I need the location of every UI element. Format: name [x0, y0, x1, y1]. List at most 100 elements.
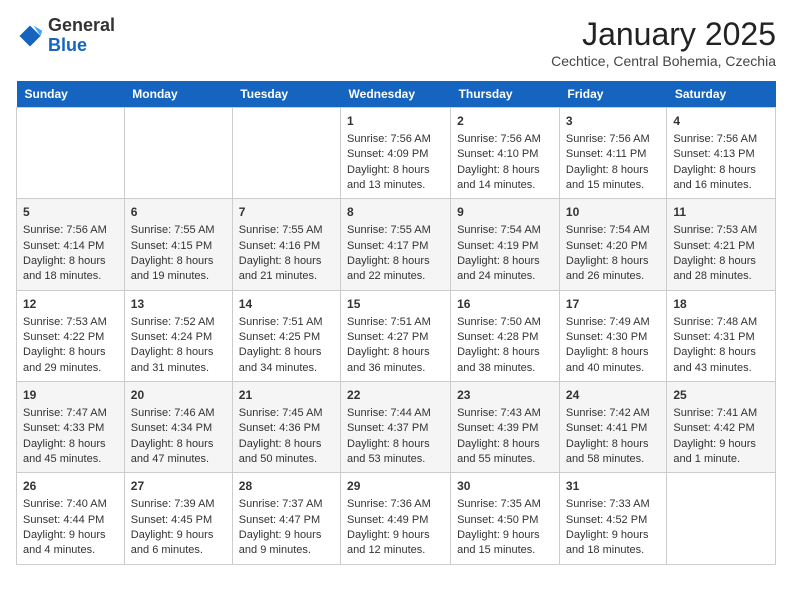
day-info: and 16 minutes. [673, 178, 769, 193]
day-info: Daylight: 8 hours [673, 254, 769, 269]
day-number: 10 [566, 204, 660, 221]
day-info: Daylight: 8 hours [566, 345, 660, 360]
day-info: and 47 minutes. [131, 452, 226, 467]
calendar-cell: 2Sunrise: 7:56 AMSunset: 4:10 PMDaylight… [451, 108, 560, 199]
day-info: Sunrise: 7:55 AM [347, 223, 444, 238]
day-info: and 19 minutes. [131, 269, 226, 284]
day-info: Sunset: 4:52 PM [566, 513, 660, 528]
day-number: 21 [239, 387, 334, 404]
day-number: 15 [347, 296, 444, 313]
day-header-saturday: Saturday [667, 81, 776, 108]
day-info: Daylight: 9 hours [457, 528, 553, 543]
day-info: Sunrise: 7:55 AM [239, 223, 334, 238]
day-number: 9 [457, 204, 553, 221]
calendar-cell: 20Sunrise: 7:46 AMSunset: 4:34 PMDayligh… [124, 382, 232, 473]
day-info: Sunrise: 7:56 AM [673, 132, 769, 147]
calendar-cell [667, 473, 776, 564]
calendar-cell: 4Sunrise: 7:56 AMSunset: 4:13 PMDaylight… [667, 108, 776, 199]
day-info: Sunset: 4:13 PM [673, 147, 769, 162]
day-number: 24 [566, 387, 660, 404]
day-info: Sunset: 4:34 PM [131, 421, 226, 436]
day-info: Sunset: 4:44 PM [23, 513, 118, 528]
day-info: Sunrise: 7:41 AM [673, 406, 769, 421]
day-number: 2 [457, 113, 553, 130]
calendar-cell: 17Sunrise: 7:49 AMSunset: 4:30 PMDayligh… [559, 290, 666, 381]
day-info: and 1 minute. [673, 452, 769, 467]
day-info: Daylight: 8 hours [23, 437, 118, 452]
calendar-week-0: 1Sunrise: 7:56 AMSunset: 4:09 PMDaylight… [17, 108, 776, 199]
day-info: Sunset: 4:20 PM [566, 239, 660, 254]
page-header: General Blue January 2025 Cechtice, Cent… [16, 16, 776, 69]
day-info: Sunrise: 7:46 AM [131, 406, 226, 421]
day-info: Sunset: 4:47 PM [239, 513, 334, 528]
day-info: Sunset: 4:09 PM [347, 147, 444, 162]
day-info: Sunset: 4:36 PM [239, 421, 334, 436]
day-info: Sunset: 4:49 PM [347, 513, 444, 528]
day-info: Sunset: 4:37 PM [347, 421, 444, 436]
day-number: 27 [131, 478, 226, 495]
day-info: Sunset: 4:45 PM [131, 513, 226, 528]
day-info: Sunrise: 7:56 AM [347, 132, 444, 147]
day-info: Daylight: 8 hours [131, 345, 226, 360]
day-number: 25 [673, 387, 769, 404]
day-info: Sunrise: 7:40 AM [23, 497, 118, 512]
calendar-cell: 27Sunrise: 7:39 AMSunset: 4:45 PMDayligh… [124, 473, 232, 564]
day-number: 17 [566, 296, 660, 313]
day-info: Daylight: 8 hours [239, 254, 334, 269]
day-info: Daylight: 8 hours [673, 163, 769, 178]
day-info: Daylight: 8 hours [239, 437, 334, 452]
calendar-title: January 2025 [551, 16, 776, 53]
day-info: Sunrise: 7:44 AM [347, 406, 444, 421]
day-info: and 26 minutes. [566, 269, 660, 284]
calendar-cell: 15Sunrise: 7:51 AMSunset: 4:27 PMDayligh… [341, 290, 451, 381]
day-info: and 22 minutes. [347, 269, 444, 284]
logo-general-text: General [48, 16, 115, 36]
day-info: and 9 minutes. [239, 543, 334, 558]
calendar-cell: 1Sunrise: 7:56 AMSunset: 4:09 PMDaylight… [341, 108, 451, 199]
calendar-cell: 10 Sunrise: 7:54 AMSunset: 4:20 PMDayligh… [559, 199, 666, 290]
day-info: Sunset: 4:14 PM [23, 239, 118, 254]
day-header-tuesday: Tuesday [232, 81, 340, 108]
day-info: Daylight: 8 hours [566, 254, 660, 269]
day-info: Daylight: 8 hours [347, 345, 444, 360]
day-info: Sunset: 4:42 PM [673, 421, 769, 436]
calendar-cell: 8Sunrise: 7:55 AMSunset: 4:17 PMDaylight… [341, 199, 451, 290]
day-number: 13 [131, 296, 226, 313]
day-header-sunday: Sunday [17, 81, 125, 108]
day-info: Daylight: 8 hours [347, 254, 444, 269]
calendar-cell: 13Sunrise: 7:52 AMSunset: 4:24 PMDayligh… [124, 290, 232, 381]
calendar-cell: 11Sunrise: 7:53 AMSunset: 4:21 PMDayligh… [667, 199, 776, 290]
day-info: Daylight: 8 hours [566, 437, 660, 452]
day-info: and 14 minutes. [457, 178, 553, 193]
day-info: Sunrise: 7:56 AM [457, 132, 553, 147]
day-info: Sunset: 4:30 PM [566, 330, 660, 345]
calendar-body: 1Sunrise: 7:56 AMSunset: 4:09 PMDaylight… [17, 108, 776, 565]
day-info: and 43 minutes. [673, 361, 769, 376]
day-info: Sunrise: 7:53 AM [23, 315, 118, 330]
day-info: Sunrise: 7:37 AM [239, 497, 334, 512]
calendar-cell: 29Sunrise: 7:36 AMSunset: 4:49 PMDayligh… [341, 473, 451, 564]
day-info: Sunrise: 7:56 AM [23, 223, 118, 238]
calendar-cell: 25Sunrise: 7:41 AMSunset: 4:42 PMDayligh… [667, 382, 776, 473]
day-info: Daylight: 8 hours [131, 254, 226, 269]
day-info: Daylight: 8 hours [457, 437, 553, 452]
day-info: Sunrise: 7:54 AM [566, 223, 660, 238]
day-header-friday: Friday [559, 81, 666, 108]
day-info: and 36 minutes. [347, 361, 444, 376]
day-info: and 31 minutes. [131, 361, 226, 376]
calendar-table: SundayMondayTuesdayWednesdayThursdayFrid… [16, 81, 776, 565]
calendar-cell: 23Sunrise: 7:43 AMSunset: 4:39 PMDayligh… [451, 382, 560, 473]
day-info: Daylight: 8 hours [347, 437, 444, 452]
calendar-cell [124, 108, 232, 199]
day-info: Daylight: 8 hours [673, 345, 769, 360]
day-info: Sunset: 4:33 PM [23, 421, 118, 436]
day-info: Sunset: 4:24 PM [131, 330, 226, 345]
day-info: Sunrise: 7:50 AM [457, 315, 553, 330]
day-info: Sunrise: 7:47 AM [23, 406, 118, 421]
day-number: 20 [131, 387, 226, 404]
day-info: and 21 minutes. [239, 269, 334, 284]
day-info: Sunset: 4:41 PM [566, 421, 660, 436]
calendar-cell: 21Sunrise: 7:45 AMSunset: 4:36 PMDayligh… [232, 382, 340, 473]
day-number: 29 [347, 478, 444, 495]
day-number: 11 [673, 204, 769, 221]
